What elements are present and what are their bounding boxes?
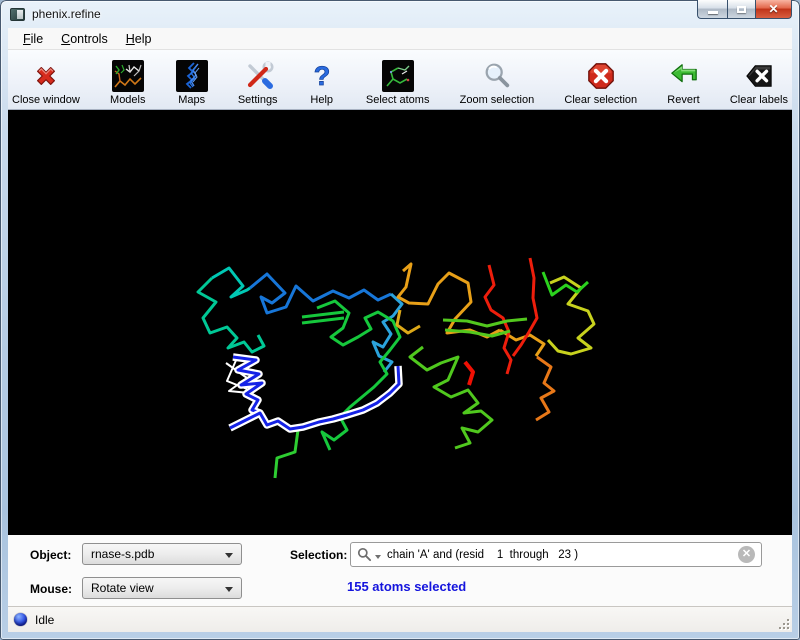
search-menu-chevron-icon[interactable]	[375, 555, 381, 559]
toolbar-label: Settings	[238, 94, 278, 107]
toolbar-button-clear-labels[interactable]: Clear labels	[730, 53, 788, 107]
settings-icon	[242, 58, 274, 94]
toolbar-button-maps[interactable]: Maps	[176, 53, 208, 107]
maps-icon	[176, 58, 208, 94]
toolbar-label: Help	[310, 94, 333, 107]
maximize-button[interactable]	[727, 0, 756, 19]
object-dropdown[interactable]: rnase-s.pdb	[82, 543, 242, 565]
window-controls: ✕	[697, 0, 792, 19]
toolbar-label: Clear labels	[730, 94, 788, 107]
mouse-dropdown-value: Rotate view	[91, 581, 154, 595]
status-text: Idle	[35, 613, 54, 627]
mouse-label: Mouse:	[30, 582, 72, 596]
svg-text:?: ?	[313, 61, 330, 91]
models-icon	[112, 58, 144, 94]
toolbar-button-clear-selection[interactable]: Clear selection	[564, 53, 637, 107]
toolbar-label: Zoom selection	[460, 94, 535, 107]
minimize-icon	[708, 11, 718, 14]
resize-grip[interactable]	[777, 617, 789, 629]
select-atoms-icon	[382, 58, 414, 94]
menu-help[interactable]: Help	[117, 29, 161, 49]
menu-controls[interactable]: Controls	[52, 29, 117, 49]
menu-file[interactable]: File	[14, 29, 52, 49]
chevron-down-icon	[225, 587, 233, 592]
toolbar-label: Revert	[667, 94, 699, 107]
toolbar-label: Close window	[12, 94, 80, 107]
chevron-down-icon	[225, 553, 233, 558]
help-icon: ?	[308, 58, 336, 94]
toolbar-button-models[interactable]: Models	[110, 53, 145, 107]
close-button[interactable]: ✕	[756, 0, 792, 19]
search-icon[interactable]	[357, 547, 372, 562]
phenix-refine-window: phenix.refine ✕ File Controls Help Close…	[0, 0, 800, 640]
selection-search-input[interactable]: chain 'A' and (resid 1 through 23 ) ✕	[350, 542, 762, 567]
mouse-dropdown[interactable]: Rotate view	[82, 577, 242, 599]
control-panel: Object: rnase-s.pdb Selection: chain 'A'…	[8, 535, 792, 606]
toolbar-button-help[interactable]: ? Help	[308, 53, 336, 107]
clear-selection-icon	[586, 58, 616, 94]
title-bar: phenix.refine	[0, 0, 800, 28]
client-area: File Controls Help Close window	[8, 28, 792, 632]
clear-labels-icon	[744, 58, 774, 94]
toolbar-button-select-atoms[interactable]: Select atoms	[366, 53, 430, 107]
revert-icon	[668, 58, 700, 94]
clear-search-button[interactable]: ✕	[738, 546, 755, 563]
toolbar-button-zoom-selection[interactable]: Zoom selection	[460, 53, 535, 107]
toolbar-label: Models	[110, 94, 145, 107]
toolbar-button-close-window[interactable]: Close window	[12, 53, 80, 107]
window-title: phenix.refine	[32, 7, 101, 21]
minimize-button[interactable]	[697, 0, 727, 19]
toolbar-button-settings[interactable]: Settings	[238, 53, 278, 107]
molecule-svg	[8, 110, 792, 535]
object-label: Object:	[30, 548, 71, 562]
selection-value[interactable]: chain 'A' and (resid 1 through 23 )	[387, 549, 738, 561]
status-idle-icon	[14, 613, 27, 626]
zoom-selection-icon	[482, 58, 512, 94]
toolbar-button-revert[interactable]: Revert	[667, 53, 699, 107]
maximize-icon	[737, 6, 746, 13]
clear-search-icon: ✕	[742, 549, 751, 560]
toolbar-label: Maps	[178, 94, 205, 107]
menu-bar: File Controls Help	[8, 28, 792, 50]
molecule-viewport[interactable]	[8, 110, 792, 535]
toolbar: Close window Models	[8, 50, 792, 110]
object-dropdown-value: rnase-s.pdb	[91, 547, 154, 561]
close-window-icon	[31, 58, 61, 94]
status-bar: Idle	[8, 606, 792, 632]
atoms-selected-status: 155 atoms selected	[347, 579, 466, 594]
selection-label: Selection:	[290, 548, 347, 562]
toolbar-label: Select atoms	[366, 94, 430, 107]
close-icon: ✕	[768, 3, 778, 15]
toolbar-label: Clear selection	[564, 94, 637, 107]
app-icon	[10, 8, 25, 21]
